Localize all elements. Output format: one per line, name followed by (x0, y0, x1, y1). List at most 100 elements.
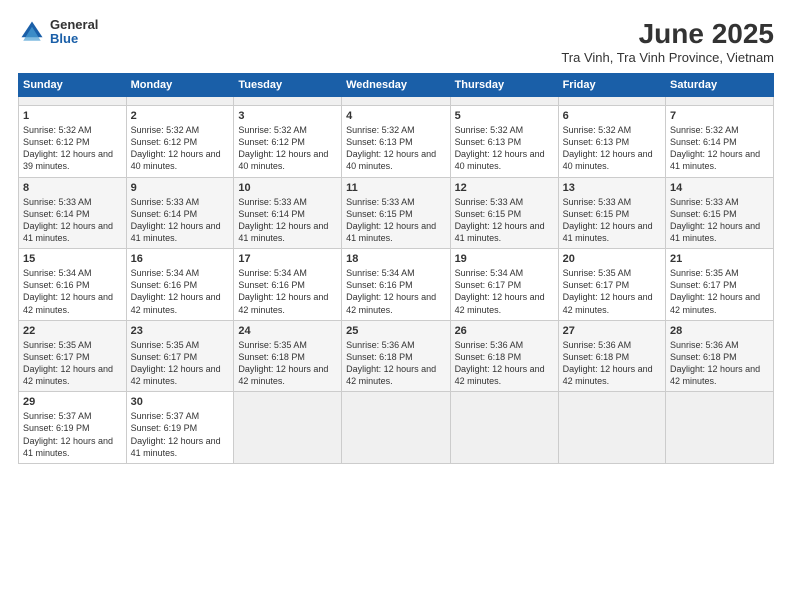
table-row: 13 Sunrise: 5:33 AMSunset: 6:15 PMDaylig… (558, 177, 665, 249)
subtitle: Tra Vinh, Tra Vinh Province, Vietnam (561, 50, 774, 65)
day-info: Sunrise: 5:33 AMSunset: 6:15 PMDaylight:… (563, 196, 661, 245)
day-info: Sunrise: 5:36 AMSunset: 6:18 PMDaylight:… (346, 339, 445, 388)
day-number: 27 (563, 325, 661, 337)
table-row (342, 97, 450, 106)
table-row: 17 Sunrise: 5:34 AMSunset: 6:16 PMDaylig… (234, 249, 342, 321)
table-row: 5 Sunrise: 5:32 AMSunset: 6:13 PMDayligh… (450, 106, 558, 178)
day-number: 28 (670, 325, 769, 337)
day-number: 2 (131, 110, 230, 122)
day-info: Sunrise: 5:36 AMSunset: 6:18 PMDaylight:… (670, 339, 769, 388)
calendar: Sunday Monday Tuesday Wednesday Thursday… (18, 73, 774, 464)
day-number: 25 (346, 325, 445, 337)
day-info: Sunrise: 5:32 AMSunset: 6:12 PMDaylight:… (131, 124, 230, 173)
day-number: 22 (23, 325, 122, 337)
table-row (666, 97, 774, 106)
table-row: 9 Sunrise: 5:33 AMSunset: 6:14 PMDayligh… (126, 177, 234, 249)
day-info: Sunrise: 5:34 AMSunset: 6:17 PMDaylight:… (455, 267, 554, 316)
table-row: 25 Sunrise: 5:36 AMSunset: 6:18 PMDaylig… (342, 320, 450, 392)
table-row: 2 Sunrise: 5:32 AMSunset: 6:12 PMDayligh… (126, 106, 234, 178)
day-number: 23 (131, 325, 230, 337)
table-row: 10 Sunrise: 5:33 AMSunset: 6:14 PMDaylig… (234, 177, 342, 249)
day-info: Sunrise: 5:35 AMSunset: 6:17 PMDaylight:… (23, 339, 122, 388)
table-row: 27 Sunrise: 5:36 AMSunset: 6:18 PMDaylig… (558, 320, 665, 392)
day-number: 8 (23, 182, 122, 194)
day-info: Sunrise: 5:37 AMSunset: 6:19 PMDaylight:… (23, 410, 122, 459)
calendar-week-4: 22 Sunrise: 5:35 AMSunset: 6:17 PMDaylig… (19, 320, 774, 392)
logo-blue-text: Blue (50, 32, 98, 46)
day-number: 17 (238, 253, 337, 265)
calendar-week-0 (19, 97, 774, 106)
table-row: 18 Sunrise: 5:34 AMSunset: 6:16 PMDaylig… (342, 249, 450, 321)
day-info: Sunrise: 5:35 AMSunset: 6:17 PMDaylight:… (131, 339, 230, 388)
table-row: 22 Sunrise: 5:35 AMSunset: 6:17 PMDaylig… (19, 320, 127, 392)
day-number: 20 (563, 253, 661, 265)
day-number: 18 (346, 253, 445, 265)
day-info: Sunrise: 5:34 AMSunset: 6:16 PMDaylight:… (238, 267, 337, 316)
table-row: 15 Sunrise: 5:34 AMSunset: 6:16 PMDaylig… (19, 249, 127, 321)
logo: General Blue (18, 18, 98, 47)
day-info: Sunrise: 5:33 AMSunset: 6:15 PMDaylight:… (455, 196, 554, 245)
day-info: Sunrise: 5:35 AMSunset: 6:17 PMDaylight:… (670, 267, 769, 316)
day-number: 24 (238, 325, 337, 337)
day-info: Sunrise: 5:34 AMSunset: 6:16 PMDaylight:… (346, 267, 445, 316)
logo-text: General Blue (50, 18, 98, 47)
title-block: June 2025 Tra Vinh, Tra Vinh Province, V… (561, 18, 774, 65)
table-row (234, 97, 342, 106)
calendar-week-1: 1 Sunrise: 5:32 AMSunset: 6:12 PMDayligh… (19, 106, 774, 178)
table-row (450, 97, 558, 106)
day-info: Sunrise: 5:32 AMSunset: 6:12 PMDaylight:… (23, 124, 122, 173)
day-number: 4 (346, 110, 445, 122)
day-info: Sunrise: 5:34 AMSunset: 6:16 PMDaylight:… (131, 267, 230, 316)
day-number: 10 (238, 182, 337, 194)
table-row (450, 392, 558, 464)
day-number: 15 (23, 253, 122, 265)
header-friday: Friday (558, 74, 665, 97)
table-row: 6 Sunrise: 5:32 AMSunset: 6:13 PMDayligh… (558, 106, 665, 178)
table-row: 20 Sunrise: 5:35 AMSunset: 6:17 PMDaylig… (558, 249, 665, 321)
day-info: Sunrise: 5:35 AMSunset: 6:17 PMDaylight:… (563, 267, 661, 316)
day-number: 30 (131, 396, 230, 408)
day-info: Sunrise: 5:33 AMSunset: 6:14 PMDaylight:… (238, 196, 337, 245)
table-row: 1 Sunrise: 5:32 AMSunset: 6:12 PMDayligh… (19, 106, 127, 178)
table-row: 26 Sunrise: 5:36 AMSunset: 6:18 PMDaylig… (450, 320, 558, 392)
table-row: 24 Sunrise: 5:35 AMSunset: 6:18 PMDaylig… (234, 320, 342, 392)
table-row (234, 392, 342, 464)
day-number: 14 (670, 182, 769, 194)
table-row: 28 Sunrise: 5:36 AMSunset: 6:18 PMDaylig… (666, 320, 774, 392)
day-number: 9 (131, 182, 230, 194)
header-thursday: Thursday (450, 74, 558, 97)
table-row: 21 Sunrise: 5:35 AMSunset: 6:17 PMDaylig… (666, 249, 774, 321)
day-info: Sunrise: 5:32 AMSunset: 6:13 PMDaylight:… (346, 124, 445, 173)
day-number: 6 (563, 110, 661, 122)
table-row: 7 Sunrise: 5:32 AMSunset: 6:14 PMDayligh… (666, 106, 774, 178)
day-info: Sunrise: 5:33 AMSunset: 6:14 PMDaylight:… (131, 196, 230, 245)
calendar-week-2: 8 Sunrise: 5:33 AMSunset: 6:14 PMDayligh… (19, 177, 774, 249)
day-number: 26 (455, 325, 554, 337)
table-row: 30 Sunrise: 5:37 AMSunset: 6:19 PMDaylig… (126, 392, 234, 464)
main-title: June 2025 (561, 18, 774, 50)
table-row (19, 97, 127, 106)
day-info: Sunrise: 5:32 AMSunset: 6:14 PMDaylight:… (670, 124, 769, 173)
table-row: 16 Sunrise: 5:34 AMSunset: 6:16 PMDaylig… (126, 249, 234, 321)
table-row: 8 Sunrise: 5:33 AMSunset: 6:14 PMDayligh… (19, 177, 127, 249)
day-number: 21 (670, 253, 769, 265)
day-info: Sunrise: 5:33 AMSunset: 6:14 PMDaylight:… (23, 196, 122, 245)
day-number: 7 (670, 110, 769, 122)
table-row: 4 Sunrise: 5:32 AMSunset: 6:13 PMDayligh… (342, 106, 450, 178)
day-info: Sunrise: 5:32 AMSunset: 6:13 PMDaylight:… (563, 124, 661, 173)
table-row: 29 Sunrise: 5:37 AMSunset: 6:19 PMDaylig… (19, 392, 127, 464)
header-wednesday: Wednesday (342, 74, 450, 97)
table-row: 14 Sunrise: 5:33 AMSunset: 6:15 PMDaylig… (666, 177, 774, 249)
day-info: Sunrise: 5:37 AMSunset: 6:19 PMDaylight:… (131, 410, 230, 459)
header-sunday: Sunday (19, 74, 127, 97)
day-number: 12 (455, 182, 554, 194)
table-row: 19 Sunrise: 5:34 AMSunset: 6:17 PMDaylig… (450, 249, 558, 321)
table-row (342, 392, 450, 464)
table-row: 11 Sunrise: 5:33 AMSunset: 6:15 PMDaylig… (342, 177, 450, 249)
table-row: 3 Sunrise: 5:32 AMSunset: 6:12 PMDayligh… (234, 106, 342, 178)
day-number: 29 (23, 396, 122, 408)
day-number: 16 (131, 253, 230, 265)
day-number: 11 (346, 182, 445, 194)
day-info: Sunrise: 5:36 AMSunset: 6:18 PMDaylight:… (563, 339, 661, 388)
page: General Blue June 2025 Tra Vinh, Tra Vin… (0, 0, 792, 612)
